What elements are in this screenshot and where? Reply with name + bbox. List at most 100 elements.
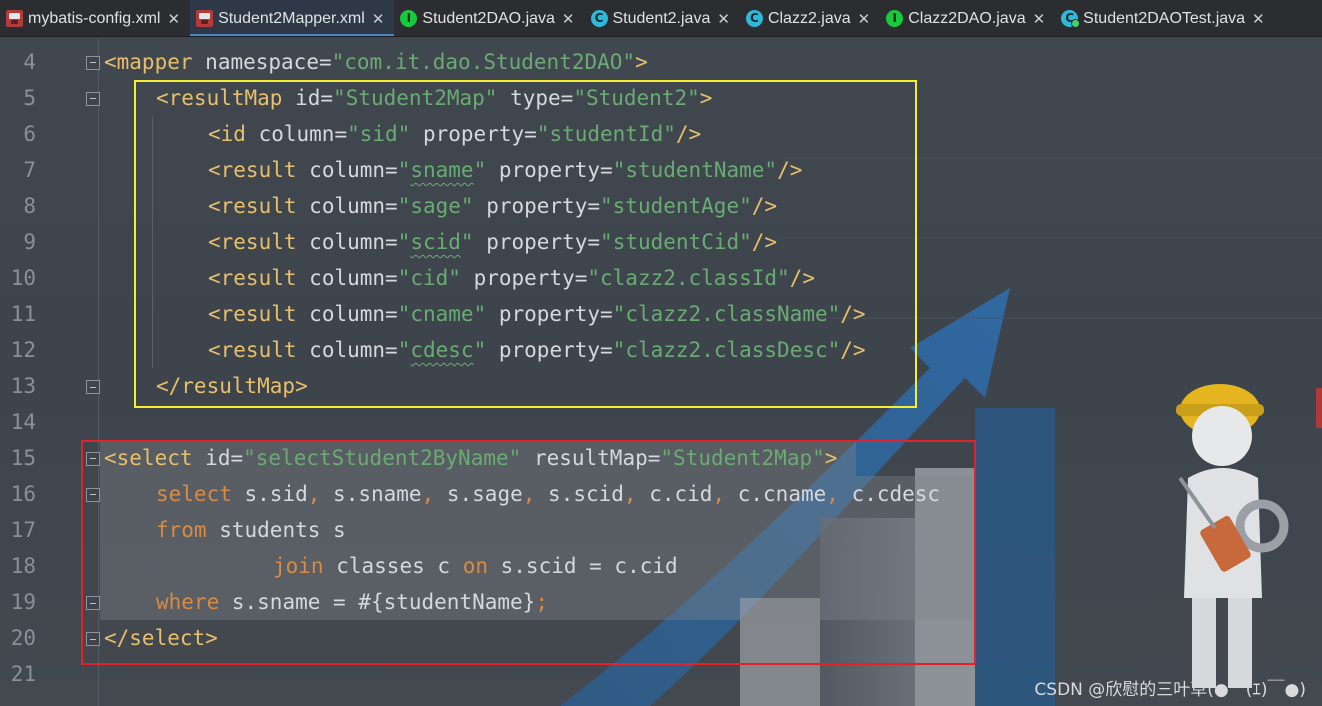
fold-toggle-icon[interactable] — [86, 488, 100, 502]
line-number: 17 — [10, 518, 36, 542]
token: <result — [208, 158, 297, 182]
sql-keyword: select — [156, 482, 232, 506]
tab-label: Student2DAO.java — [422, 9, 555, 27]
fold-toggle-icon[interactable] — [86, 452, 100, 466]
token: s.sname — [333, 482, 422, 506]
sql-keyword: join — [273, 554, 324, 578]
indent-guide — [152, 116, 153, 368]
token: column — [309, 302, 386, 326]
token: s.scid = c.cid — [500, 554, 678, 578]
token: s.sage — [446, 482, 523, 506]
line-number: 19 — [10, 590, 36, 614]
token: column — [309, 230, 386, 254]
token: > — [824, 446, 838, 470]
grid-lines — [780, 157, 1322, 319]
token: </resultMap> — [156, 374, 308, 398]
fold-toggle-icon[interactable] — [86, 92, 100, 106]
line-number: 20 — [10, 626, 36, 650]
token: <mapper — [104, 50, 193, 74]
spell-check-token: cdesc — [410, 338, 474, 362]
xml-file-icon — [6, 10, 23, 27]
line-number: 5 — [23, 86, 36, 110]
close-icon[interactable]: ✕ — [167, 10, 180, 28]
token: "Student2Map" — [333, 86, 498, 110]
tab-label: Student2Mapper.xml — [218, 9, 365, 27]
code-line-10: <result column="cid" property="clazz2.cl… — [208, 266, 815, 290]
line-number: 9 — [23, 230, 36, 254]
token: id — [295, 86, 321, 110]
line-number: 4 — [23, 50, 36, 74]
token: students s — [219, 518, 346, 542]
token: /> — [751, 194, 778, 218]
worker-figure-illustration — [1176, 384, 1289, 688]
code-editor[interactable]: 4 5 6 7 8 9 10 11 12 13 14 15 16 17 18 1… — [0, 38, 1322, 706]
token: property — [486, 230, 588, 254]
code-line-11: <result column="cname" property="clazz2.… — [208, 302, 866, 326]
line-number: 12 — [10, 338, 36, 362]
code-line-16: select s.sid, s.sname, s.sage, s.scid, c… — [156, 482, 941, 506]
token: "clazz2.className" — [612, 302, 841, 326]
code-line-17: from students s — [156, 512, 346, 548]
token: <result — [208, 194, 297, 218]
tab-student2dao-java[interactable]: I Student2DAO.java ✕ — [394, 0, 584, 36]
sql-keyword: on — [462, 554, 488, 578]
code-line-12: <result column="cdesc" property="clazz2.… — [208, 338, 866, 362]
line-number: 16 — [10, 482, 36, 506]
code-line-5: <resultMap id="Student2Map" type="Studen… — [156, 86, 713, 110]
token: "Student2" — [573, 86, 700, 110]
tab-label: Clazz2DAO.java — [908, 9, 1026, 27]
token: column — [309, 266, 386, 290]
token: s.sname = #{studentName} — [231, 590, 536, 614]
token: property — [498, 158, 601, 182]
line-number: 10 — [10, 266, 36, 290]
token: /> — [840, 338, 866, 362]
code-line-19: where s.sname = #{studentName}; — [156, 590, 548, 614]
editor-tab-bar: mybatis-config.xml ✕ Student2Mapper.xml … — [0, 0, 1322, 37]
token: "clazz2.classDesc" — [612, 338, 841, 362]
token: /> — [751, 230, 778, 254]
token: " — [473, 158, 487, 182]
line-number: 8 — [23, 194, 36, 218]
tab-student2-java[interactable]: C Student2.java ✕ — [585, 0, 740, 36]
class-icon: C — [590, 10, 608, 27]
token: property — [498, 302, 601, 326]
tab-clazz2dao-java[interactable]: I Clazz2DAO.java ✕ — [880, 0, 1055, 36]
token: "studentCid" — [600, 230, 752, 254]
token: resultMap — [533, 446, 648, 470]
token: </select> — [104, 626, 218, 650]
tab-clazz2-java[interactable]: C Clazz2.java ✕ — [740, 0, 880, 36]
token: /> — [675, 122, 702, 146]
line-number: 11 — [10, 302, 36, 326]
interface-icon: I — [400, 10, 418, 27]
bar-shape — [975, 408, 1055, 706]
token: <id — [208, 122, 246, 146]
token: "studentAge" — [600, 194, 752, 218]
tab-student2daotest-java[interactable]: C Student2DAOTest.java ✕ — [1055, 0, 1274, 36]
close-icon[interactable]: ✕ — [858, 10, 871, 28]
token: "cid" — [397, 266, 461, 290]
fold-toggle-icon[interactable] — [86, 632, 100, 646]
close-icon[interactable]: ✕ — [1252, 10, 1265, 28]
code-line-18: join classes c on s.scid = c.cid — [273, 548, 678, 584]
token: "sage" — [397, 194, 474, 218]
line-number: 7 — [23, 158, 36, 182]
fold-toggle-icon[interactable] — [86, 596, 100, 610]
fold-toggle-icon[interactable] — [86, 380, 100, 394]
tab-student2mapper-xml[interactable]: Student2Mapper.xml ✕ — [190, 0, 395, 36]
fold-toggle-icon[interactable] — [86, 56, 100, 70]
token: " — [397, 230, 411, 254]
class-icon: C — [745, 10, 763, 27]
line-number: 13 — [10, 374, 36, 398]
close-icon[interactable]: ✕ — [717, 10, 730, 28]
close-icon[interactable]: ✕ — [562, 10, 575, 28]
close-icon[interactable]: ✕ — [372, 10, 385, 28]
tab-mybatis-config-xml[interactable]: mybatis-config.xml ✕ — [0, 0, 190, 36]
token: /> — [789, 266, 815, 290]
token: column — [309, 338, 386, 362]
spell-check-token: sname — [410, 158, 474, 182]
token: column — [309, 194, 386, 218]
close-icon[interactable]: ✕ — [1033, 10, 1046, 28]
tab-label: Student2.java — [612, 9, 711, 27]
token: /> — [777, 158, 803, 182]
code-line-9: <result column="scid" property="studentC… — [208, 230, 778, 254]
